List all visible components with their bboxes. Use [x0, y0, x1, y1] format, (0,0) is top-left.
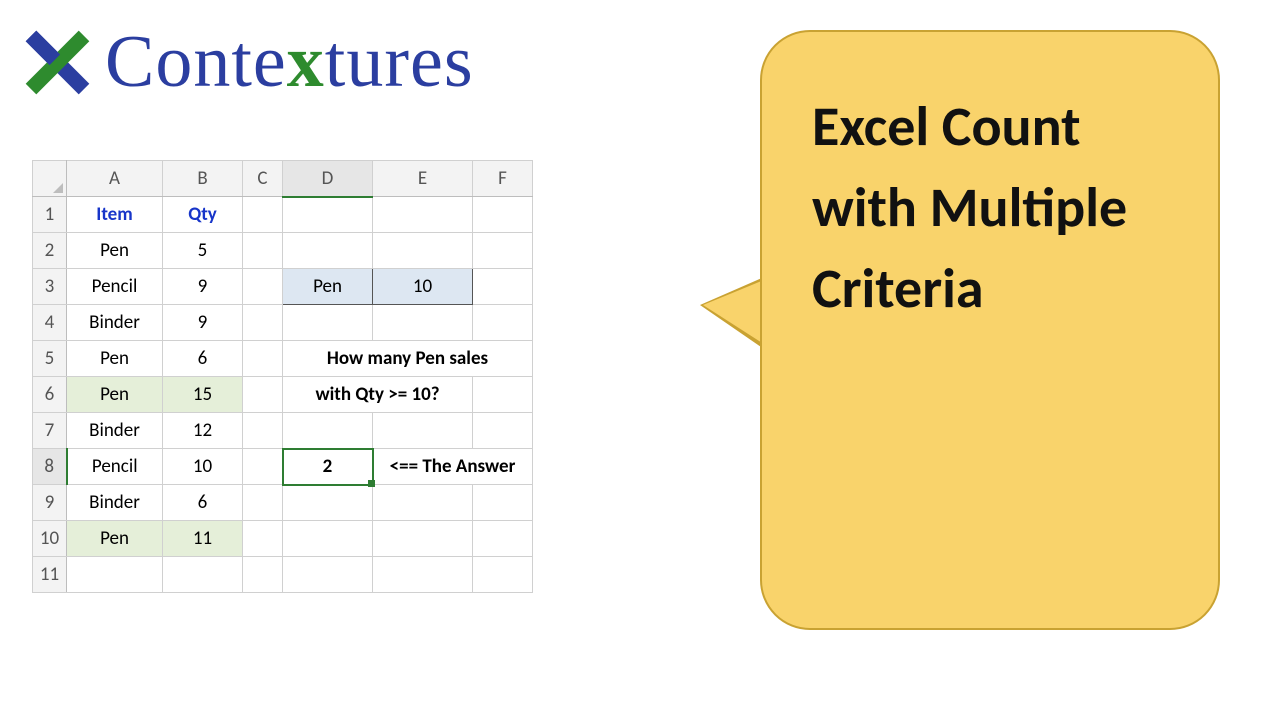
criteria-qty-cell[interactable]: 10: [373, 269, 473, 305]
col-header-A[interactable]: A: [67, 161, 163, 197]
cell-C5[interactable]: [243, 341, 283, 377]
cell-A11[interactable]: [67, 557, 163, 593]
cell-F9[interactable]: [473, 485, 533, 521]
cell-B8[interactable]: 10: [163, 449, 243, 485]
cell-A5[interactable]: Pen: [67, 341, 163, 377]
cell-C7[interactable]: [243, 413, 283, 449]
cell-A8[interactable]: Pencil: [67, 449, 163, 485]
cell-C4[interactable]: [243, 305, 283, 341]
cell-C9[interactable]: [243, 485, 283, 521]
cell-D4[interactable]: [283, 305, 373, 341]
cell-C11[interactable]: [243, 557, 283, 593]
cell-F7[interactable]: [473, 413, 533, 449]
spreadsheet-grid[interactable]: A B C D E F 1 Item Qty 2 Pen 5 3 Pencil …: [32, 160, 533, 593]
cell-C6[interactable]: [243, 377, 283, 413]
brand-name-post: tures: [325, 21, 474, 103]
criteria-item-cell[interactable]: Pen: [283, 269, 373, 305]
callout-text: Excel Count with Multiple Criteria: [812, 93, 1127, 323]
column-header-row: A B C D E F: [33, 161, 533, 197]
title-callout: Excel Count with Multiple Criteria: [760, 30, 1220, 630]
cell-A7[interactable]: Binder: [67, 413, 163, 449]
answer-label[interactable]: <== The Answer: [373, 449, 533, 485]
cell-E2[interactable]: [373, 233, 473, 269]
row-header-9[interactable]: 9: [33, 485, 67, 521]
cell-F1[interactable]: [473, 197, 533, 233]
cell-F4[interactable]: [473, 305, 533, 341]
cell-A2[interactable]: Pen: [67, 233, 163, 269]
cell-B9[interactable]: 6: [163, 485, 243, 521]
answer-cell[interactable]: 2: [283, 449, 373, 485]
brand-logo: Contextures: [20, 20, 474, 105]
question-text-line2[interactable]: with Qty >= 10?: [283, 377, 473, 413]
cell-B6[interactable]: 15: [163, 377, 243, 413]
cell-D11[interactable]: [283, 557, 373, 593]
brand-name-pre: Conte: [105, 21, 287, 103]
row-header-10[interactable]: 10: [33, 521, 67, 557]
cell-B11[interactable]: [163, 557, 243, 593]
cell-D1[interactable]: [283, 197, 373, 233]
cell-B2[interactable]: 5: [163, 233, 243, 269]
cell-D10[interactable]: [283, 521, 373, 557]
row-header-4[interactable]: 4: [33, 305, 67, 341]
cell-C8[interactable]: [243, 449, 283, 485]
cell-C10[interactable]: [243, 521, 283, 557]
cell-C3[interactable]: [243, 269, 283, 305]
cell-F3[interactable]: [473, 269, 533, 305]
cell-E4[interactable]: [373, 305, 473, 341]
cell-D7[interactable]: [283, 413, 373, 449]
brand-mark-icon: [20, 25, 95, 100]
cell-F2[interactable]: [473, 233, 533, 269]
cell-A4[interactable]: Binder: [67, 305, 163, 341]
brand-name: Contextures: [105, 20, 474, 105]
cell-B7[interactable]: 12: [163, 413, 243, 449]
cell-A6[interactable]: Pen: [67, 377, 163, 413]
row-header-6[interactable]: 6: [33, 377, 67, 413]
cell-A3[interactable]: Pencil: [67, 269, 163, 305]
cell-F10[interactable]: [473, 521, 533, 557]
cell-E10[interactable]: [373, 521, 473, 557]
cell-B10[interactable]: 11: [163, 521, 243, 557]
cell-D9[interactable]: [283, 485, 373, 521]
cell-C2[interactable]: [243, 233, 283, 269]
col-header-B[interactable]: B: [163, 161, 243, 197]
col-header-D[interactable]: D: [283, 161, 373, 197]
brand-name-x: x: [287, 21, 325, 103]
cell-E1[interactable]: [373, 197, 473, 233]
cell-D2[interactable]: [283, 233, 373, 269]
row-header-11[interactable]: 11: [33, 557, 67, 593]
row-header-5[interactable]: 5: [33, 341, 67, 377]
cell-B1[interactable]: Qty: [163, 197, 243, 233]
cell-A1[interactable]: Item: [67, 197, 163, 233]
select-all-corner[interactable]: [33, 161, 67, 197]
row-header-3[interactable]: 3: [33, 269, 67, 305]
question-text-line1[interactable]: How many Pen sales: [283, 341, 533, 377]
cell-A9[interactable]: Binder: [67, 485, 163, 521]
col-header-F[interactable]: F: [473, 161, 533, 197]
cell-E9[interactable]: [373, 485, 473, 521]
col-header-C[interactable]: C: [243, 161, 283, 197]
cell-E11[interactable]: [373, 557, 473, 593]
cell-A10[interactable]: Pen: [67, 521, 163, 557]
col-header-E[interactable]: E: [373, 161, 473, 197]
cell-E7[interactable]: [373, 413, 473, 449]
cell-B5[interactable]: 6: [163, 341, 243, 377]
row-header-2[interactable]: 2: [33, 233, 67, 269]
cell-B4[interactable]: 9: [163, 305, 243, 341]
row-header-8[interactable]: 8: [33, 449, 67, 485]
cell-F11[interactable]: [473, 557, 533, 593]
cell-C1[interactable]: [243, 197, 283, 233]
cell-B3[interactable]: 9: [163, 269, 243, 305]
row-header-7[interactable]: 7: [33, 413, 67, 449]
cell-F6[interactable]: [473, 377, 533, 413]
row-header-1[interactable]: 1: [33, 197, 67, 233]
